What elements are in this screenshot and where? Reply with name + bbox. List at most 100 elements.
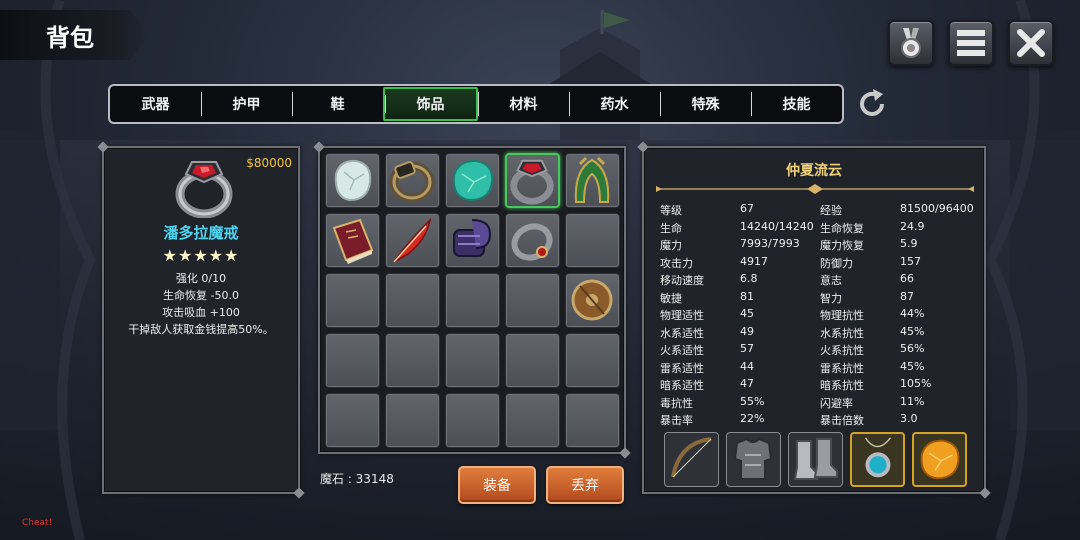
green-hood-icon <box>574 156 610 203</box>
item-price: $80000 <box>246 156 292 170</box>
menu-icon <box>957 30 985 56</box>
item-detail-panel: $80000 潘多拉魔戒 ★★★★★ 强化 0/10 生命恢复 -50.0 攻击… <box>102 146 300 494</box>
inventory-slot[interactable] <box>505 213 560 268</box>
inventory-slot[interactable] <box>565 213 620 268</box>
item-name: 潘多拉魔戒 <box>163 224 239 242</box>
inventory-slot[interactable] <box>505 333 560 388</box>
divider-ornament <box>656 184 974 194</box>
inventory-slot[interactable] <box>565 273 620 328</box>
inventory-slot[interactable] <box>385 153 440 208</box>
stat-label: 生命恢复 <box>820 221 864 235</box>
stat-label: 毒抗性 <box>660 396 693 410</box>
category-tabs: 武器 护甲 鞋 饰品 材料 药水 特殊 技能 <box>108 84 844 124</box>
inventory-slot[interactable] <box>325 273 380 328</box>
stat-value: 45% <box>900 359 925 373</box>
equip-button[interactable]: 装备 <box>458 466 536 504</box>
inventory-slot[interactable] <box>505 393 560 448</box>
stat-label: 暴击倍数 <box>820 414 864 427</box>
stat-value: 105% <box>900 377 932 390</box>
tab-armor[interactable]: 护甲 <box>201 86 292 122</box>
stat-label: 魔力 <box>660 239 682 252</box>
close-icon <box>1017 29 1045 57</box>
stat-label: 敏捷 <box>660 291 682 305</box>
purple-gauntlet-icon <box>453 219 492 257</box>
stat-value: 4917 <box>740 254 768 268</box>
page-title: 背包 <box>46 24 94 52</box>
medal-icon <box>901 28 921 58</box>
tab-weapons[interactable]: 武器 <box>110 86 201 122</box>
tab-shoes[interactable]: 鞋 <box>292 86 383 122</box>
discard-button[interactable]: 丢弃 <box>546 466 624 504</box>
achievements-button[interactable] <box>888 20 934 66</box>
inventory-slot[interactable] <box>565 153 620 208</box>
equip-slot-gem[interactable] <box>912 432 967 487</box>
item-gold-bonus: 干掉敌人获取金钱提高50%。 <box>128 323 274 336</box>
equip-slot-boots[interactable] <box>788 432 843 487</box>
red-book-icon <box>332 218 374 264</box>
inventory-slot[interactable] <box>565 393 620 448</box>
stat-value: 49 <box>740 324 754 338</box>
item-enhance-level: 强化 0/10 <box>175 272 227 285</box>
teal-amulet-icon <box>864 437 892 478</box>
inventory-slot-selected[interactable] <box>505 153 560 208</box>
tab-potions[interactable]: 药水 <box>569 86 660 122</box>
inventory-slot[interactable] <box>445 213 500 268</box>
equip-slot-armor[interactable] <box>726 432 781 487</box>
stat-value: 7993/7993 <box>740 237 800 250</box>
inventory-slot[interactable] <box>325 393 380 448</box>
stat-value: 55% <box>740 394 765 408</box>
stat-value: 56% <box>900 342 925 355</box>
tab-special[interactable]: 特殊 <box>660 86 751 122</box>
inventory-slot[interactable] <box>325 153 380 208</box>
inventory-slot[interactable] <box>445 333 500 388</box>
gold-ring-icon <box>389 161 435 203</box>
stat-value: 14240/14240 <box>740 219 814 233</box>
mana-stone-count: 魔石 : 33148 <box>320 472 394 486</box>
tab-skills[interactable]: 技能 <box>751 86 842 122</box>
stat-value: 67 <box>740 202 754 215</box>
stat-value: 66 <box>900 272 914 285</box>
stat-label: 水系适性 <box>660 326 704 340</box>
ruby-ring-icon <box>175 161 233 218</box>
stat-value: 22% <box>740 412 765 425</box>
stat-value: 57 <box>740 342 754 355</box>
equip-slot-necklace[interactable] <box>850 432 905 487</box>
item-lifesteal: 攻击吸血 +100 <box>162 306 240 319</box>
inventory-slot[interactable] <box>445 153 500 208</box>
inventory-slot[interactable] <box>325 333 380 388</box>
tab-materials[interactable]: 材料 <box>478 86 569 122</box>
inventory-slot[interactable] <box>565 333 620 388</box>
close-button[interactable] <box>1008 20 1054 66</box>
refresh-icon[interactable] <box>856 88 888 120</box>
debug-label: Cheat! <box>22 518 53 528</box>
item-star-rating: ★★★★★ <box>162 246 240 265</box>
equip-slot-weapon[interactable] <box>664 432 719 487</box>
tab-accessories[interactable]: 饰品 <box>383 87 478 121</box>
stat-label: 雷系抗性 <box>820 361 864 375</box>
stat-label: 雷系适性 <box>660 361 704 375</box>
round-shield-icon <box>571 279 613 321</box>
stat-label: 移动速度 <box>660 274 704 287</box>
inventory-slot[interactable] <box>505 273 560 328</box>
stat-label: 魔力恢复 <box>820 239 864 252</box>
inventory-slot[interactable] <box>445 393 500 448</box>
inventory-slot[interactable] <box>445 273 500 328</box>
stat-label: 火系适性 <box>660 344 704 357</box>
inventory-slot[interactable] <box>385 393 440 448</box>
inventory-slot[interactable] <box>385 333 440 388</box>
inventory-slot[interactable] <box>325 213 380 268</box>
chest-armor-icon <box>733 437 773 480</box>
inventory-slot[interactable] <box>385 273 440 328</box>
stat-value: 11% <box>900 394 925 408</box>
teal-gem-icon <box>452 159 494 202</box>
stat-label: 水系抗性 <box>820 326 864 340</box>
stat-label: 防御力 <box>820 256 853 270</box>
stat-value: 45% <box>900 324 925 338</box>
menu-button[interactable] <box>948 20 994 66</box>
red-feather-icon <box>393 217 432 263</box>
inventory-grid <box>318 146 626 454</box>
stat-value: 44 <box>740 359 754 373</box>
stat-value: 157 <box>900 254 921 268</box>
inventory-slot[interactable] <box>385 213 440 268</box>
bow-icon <box>671 437 712 478</box>
